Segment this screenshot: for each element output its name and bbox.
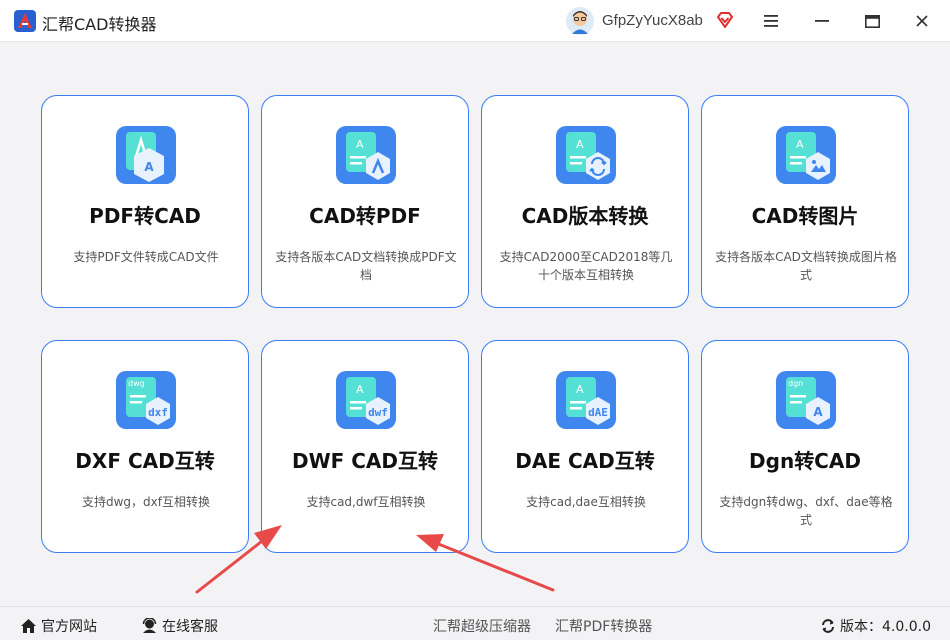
footer-bar: 官方网站 在线客服 汇帮超级压缩器 汇帮PDF转换器 版本：4.0.0.0 — [0, 606, 950, 640]
minimize-icon — [815, 20, 829, 22]
compressor-label: 汇帮超级压缩器 — [433, 619, 531, 635]
app-logo-icon — [14, 10, 36, 32]
compressor-link[interactable]: 汇帮超级压缩器 — [433, 616, 531, 636]
card-description: 支持dwg，dxf互相转换 — [82, 495, 210, 509]
app-title: 汇帮CAD转换器 — [42, 15, 157, 34]
card-dxf-convert[interactable]: dwg dxf DXF CAD互转 支持dwg，dxf互相转换 — [41, 340, 249, 553]
card-description: 支持各版本CAD文档转换成图片格式 — [715, 250, 897, 282]
card-title: DAE CAD互转 — [515, 449, 655, 473]
card-description: 支持各版本CAD文档转换成PDF文档 — [275, 250, 457, 282]
card-description: 支持cad,dae互相转换 — [526, 495, 646, 509]
online-support-label: 在线客服 — [162, 619, 218, 635]
card-title: PDF转CAD — [89, 204, 201, 228]
card-dwf-convert[interactable]: A dwf DWF CAD互转 支持cad,dwf互相转换 — [261, 340, 469, 553]
cad-version-convert-icon: A — [556, 126, 616, 184]
cad-to-image-icon: A — [776, 126, 836, 184]
main-area: A PDF转CAD 支持PDF文件转成CAD文件 A CAD转PDF 支持各版本… — [0, 42, 950, 606]
card-title: CAD转图片 — [751, 204, 859, 228]
maximize-icon — [864, 14, 880, 28]
card-dae-convert[interactable]: A dAE DAE CAD互转 支持cad,dae互相转换 — [481, 340, 689, 553]
close-icon — [916, 15, 928, 27]
card-pdf-to-cad[interactable]: A PDF转CAD 支持PDF文件转成CAD文件 — [41, 95, 249, 308]
dae-convert-icon: A dAE — [556, 371, 616, 429]
card-description: 支持PDF文件转成CAD文件 — [73, 250, 219, 264]
username[interactable]: GfpZyYucX8ab — [602, 12, 703, 29]
card-cad-version[interactable]: A CAD版本转换 支持CAD2000至CAD2018等几十个版本互相转换 — [481, 95, 689, 308]
svg-text:A: A — [576, 383, 584, 396]
svg-text:A: A — [796, 138, 804, 151]
svg-text:A: A — [813, 405, 823, 419]
svg-text:A: A — [356, 138, 364, 151]
version-info[interactable]: 版本：4.0.0.0 — [820, 616, 931, 636]
minimize-button[interactable] — [810, 9, 834, 33]
customer-service-icon — [142, 618, 157, 633]
hamburger-menu-icon — [764, 15, 778, 27]
svg-text:dwg: dwg — [128, 379, 145, 388]
card-description: 支持CAD2000至CAD2018等几十个版本互相转换 — [499, 250, 673, 282]
card-description: 支持cad,dwf互相转换 — [306, 495, 426, 509]
close-button[interactable] — [910, 9, 934, 33]
pdf-to-cad-icon: A — [116, 126, 176, 184]
card-title: DWF CAD互转 — [291, 449, 439, 473]
home-icon — [21, 619, 36, 633]
card-cad-to-pdf[interactable]: A CAD转PDF 支持各版本CAD文档转换成PDF文档 — [261, 95, 469, 308]
svg-text:A: A — [576, 138, 584, 151]
online-support-link[interactable]: 在线客服 — [141, 616, 218, 636]
version-label: 版本：4.0.0.0 — [840, 619, 931, 635]
dwf-convert-icon: A dwf — [336, 371, 396, 429]
menu-button[interactable] — [759, 9, 783, 33]
pdf-converter-link[interactable]: 汇帮PDF转换器 — [555, 616, 652, 636]
card-title: Dgn转CAD — [749, 449, 861, 473]
svg-text:dxf: dxf — [148, 406, 168, 419]
refresh-icon — [822, 619, 834, 633]
svg-text:A: A — [144, 160, 154, 174]
svg-text:A: A — [356, 383, 364, 396]
svg-text:dwf: dwf — [368, 406, 388, 419]
official-website-label: 官方网站 — [41, 619, 97, 635]
dxf-convert-icon: dwg dxf — [116, 371, 176, 429]
cad-to-pdf-icon: A — [336, 126, 396, 184]
card-dgn-to-cad[interactable]: dgn A Dgn转CAD 支持dgn转dwg、dxf、dae等格式 — [701, 340, 909, 553]
card-cad-to-image[interactable]: A CAD转图片 支持各版本CAD文档转换成图片格式 — [701, 95, 909, 308]
vip-diamond-icon[interactable] — [715, 10, 735, 30]
dgn-to-cad-icon: dgn A — [776, 371, 836, 429]
pdf-converter-label: 汇帮PDF转换器 — [555, 619, 653, 635]
svg-text:dgn: dgn — [788, 379, 803, 388]
user-avatar-icon[interactable] — [566, 7, 594, 35]
official-website-link[interactable]: 官方网站 — [20, 616, 97, 636]
card-title: CAD版本转换 — [521, 204, 649, 228]
card-description: 支持dgn转dwg、dxf、dae等格式 — [719, 495, 893, 527]
title-bar: 汇帮CAD转换器 GfpZyYucX8ab — [0, 0, 950, 42]
card-title: CAD转PDF — [309, 204, 421, 228]
svg-text:dAE: dAE — [588, 406, 608, 419]
maximize-button[interactable] — [860, 9, 884, 33]
card-title: DXF CAD互转 — [75, 449, 215, 473]
